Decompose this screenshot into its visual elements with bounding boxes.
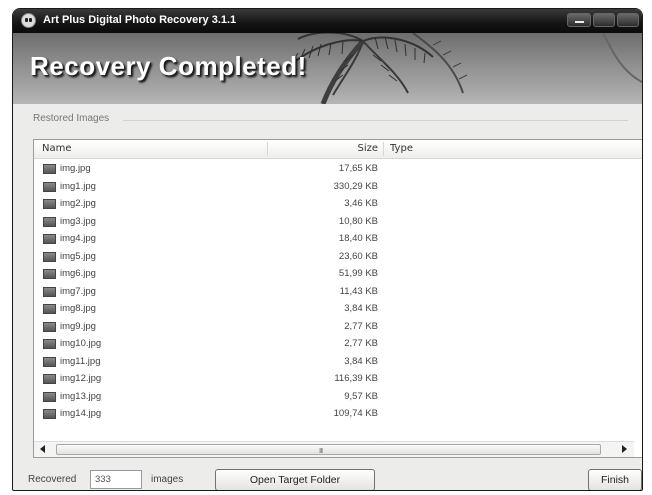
list-item[interactable]: img11.jpg 3,84 KB (34, 354, 634, 372)
list-item[interactable]: img8.jpg 3,84 KB (34, 301, 634, 319)
file-rows: img.jpg 17,65 KB img1.jpg 330,29 KB img2.j… (34, 161, 634, 424)
scroll-grip: III (319, 447, 323, 455)
scroll-left-arrow-icon[interactable] (40, 445, 45, 453)
list-item[interactable]: img6.jpg 51,99 KB (34, 266, 634, 284)
file-name: img14.jpg (60, 408, 102, 419)
image-file-icon (43, 321, 56, 332)
list-item[interactable]: img5.jpg 23,60 KB (34, 249, 634, 267)
file-size: 18,40 KB (338, 233, 378, 244)
header-banner: Recovery Completed! (13, 33, 642, 104)
file-size: 51,99 KB (338, 268, 378, 279)
close-button[interactable] (617, 13, 639, 27)
title-bar[interactable]: Art Plus Digital Photo Recovery 3.1.1 (13, 9, 642, 33)
image-file-icon (43, 251, 56, 262)
image-file-icon (43, 286, 56, 297)
list-item[interactable]: img3.jpg 10,80 KB (34, 214, 634, 232)
column-separator[interactable] (383, 142, 384, 156)
file-size: 10,80 KB (338, 215, 378, 227)
list-item[interactable]: img14.jpg 109,74 KB (34, 406, 634, 424)
column-header-type[interactable]: Type (390, 143, 413, 154)
list-item[interactable]: img13.jpg 9,57 KB (34, 389, 634, 407)
group-divider (123, 120, 628, 121)
footer-bar: Recovered 333 images Open Target Folder … (13, 469, 642, 490)
image-file-icon (43, 374, 56, 384)
list-item[interactable]: img10.jpg 2,77 KB (34, 336, 634, 354)
restored-images-list[interactable]: Name Size Type img.jpg 17,65 KB img1.jpg 3… (33, 139, 642, 458)
image-file-icon (43, 164, 56, 174)
file-size: 3,84 KB (344, 355, 378, 367)
list-item[interactable]: img4.jpg 18,40 KB (34, 231, 634, 249)
image-file-icon (43, 181, 56, 192)
file-name: img11.jpg (60, 355, 101, 367)
file-name: img7.jpg (60, 285, 96, 297)
image-file-icon (43, 304, 56, 314)
file-size: 2,77 KB (344, 320, 378, 332)
image-file-icon (43, 199, 56, 209)
column-separator[interactable] (267, 142, 268, 156)
column-header-size[interactable]: Size (334, 143, 378, 154)
image-file-icon (43, 409, 56, 419)
image-file-icon (43, 356, 56, 367)
recovered-count-field: 333 (90, 470, 142, 489)
list-item[interactable]: img7.jpg 11,43 KB (34, 284, 634, 302)
file-size: 109,74 KB (333, 408, 378, 419)
list-item[interactable]: img2.jpg 3,46 KB (34, 196, 634, 214)
file-size: 3,84 KB (344, 303, 378, 314)
file-size: 17,65 KB (338, 163, 378, 174)
file-name: img2.jpg (60, 198, 96, 209)
app-window: Art Plus Digital Photo Recovery 3.1.1 Re… (12, 8, 643, 491)
file-name: img13.jpg (60, 390, 102, 402)
list-item[interactable]: img12.jpg 116,39 KB (34, 371, 634, 389)
images-label: images (151, 474, 184, 485)
horizontal-scroll-thumb[interactable]: III (56, 444, 601, 455)
file-size: 330,29 KB (333, 180, 378, 192)
recovery-completed-title: Recovery Completed! (30, 51, 307, 81)
file-name: img9.jpg (60, 320, 96, 332)
column-header-name[interactable]: Name (42, 143, 72, 154)
file-name: img1.jpg (60, 180, 96, 192)
open-target-folder-button[interactable]: Open Target Folder (215, 469, 375, 490)
list-header: Name Size Type (34, 140, 642, 159)
image-file-icon (43, 216, 56, 227)
image-file-icon (43, 391, 56, 402)
horizontal-scrollbar[interactable]: III (34, 441, 634, 457)
file-size: 3,46 KB (344, 198, 378, 209)
finish-button[interactable]: Finish (588, 469, 642, 490)
file-size: 23,60 KB (338, 250, 378, 262)
image-file-icon (43, 339, 56, 349)
file-size: 11,43 KB (339, 285, 378, 297)
file-name: img3.jpg (60, 215, 96, 227)
window-title: Art Plus Digital Photo Recovery 3.1.1 (43, 14, 237, 26)
file-size: 116,39 KB (334, 373, 378, 384)
file-name: img8.jpg (60, 303, 96, 314)
file-name: img.jpg (60, 163, 91, 174)
maximize-button[interactable] (593, 13, 615, 27)
skull-icon (21, 13, 36, 28)
restored-images-label: Restored Images (33, 113, 110, 124)
image-file-icon (43, 269, 56, 279)
list-item[interactable]: img1.jpg 330,29 KB (34, 179, 634, 197)
list-item[interactable]: img.jpg 17,65 KB (34, 161, 634, 179)
image-file-icon (43, 234, 56, 244)
list-item[interactable]: img9.jpg 2,77 KB (34, 319, 634, 337)
file-name: img12.jpg (60, 373, 102, 384)
file-size: 9,57 KB (344, 390, 378, 402)
file-name: img4.jpg (60, 233, 96, 244)
recovered-label: Recovered (28, 474, 77, 485)
minimize-button[interactable] (567, 13, 591, 27)
file-name: img10.jpg (60, 338, 102, 349)
scroll-right-arrow-icon[interactable] (622, 445, 627, 453)
file-size: 2,77 KB (344, 338, 378, 349)
file-name: img5.jpg (60, 250, 96, 262)
file-name: img6.jpg (60, 268, 96, 279)
